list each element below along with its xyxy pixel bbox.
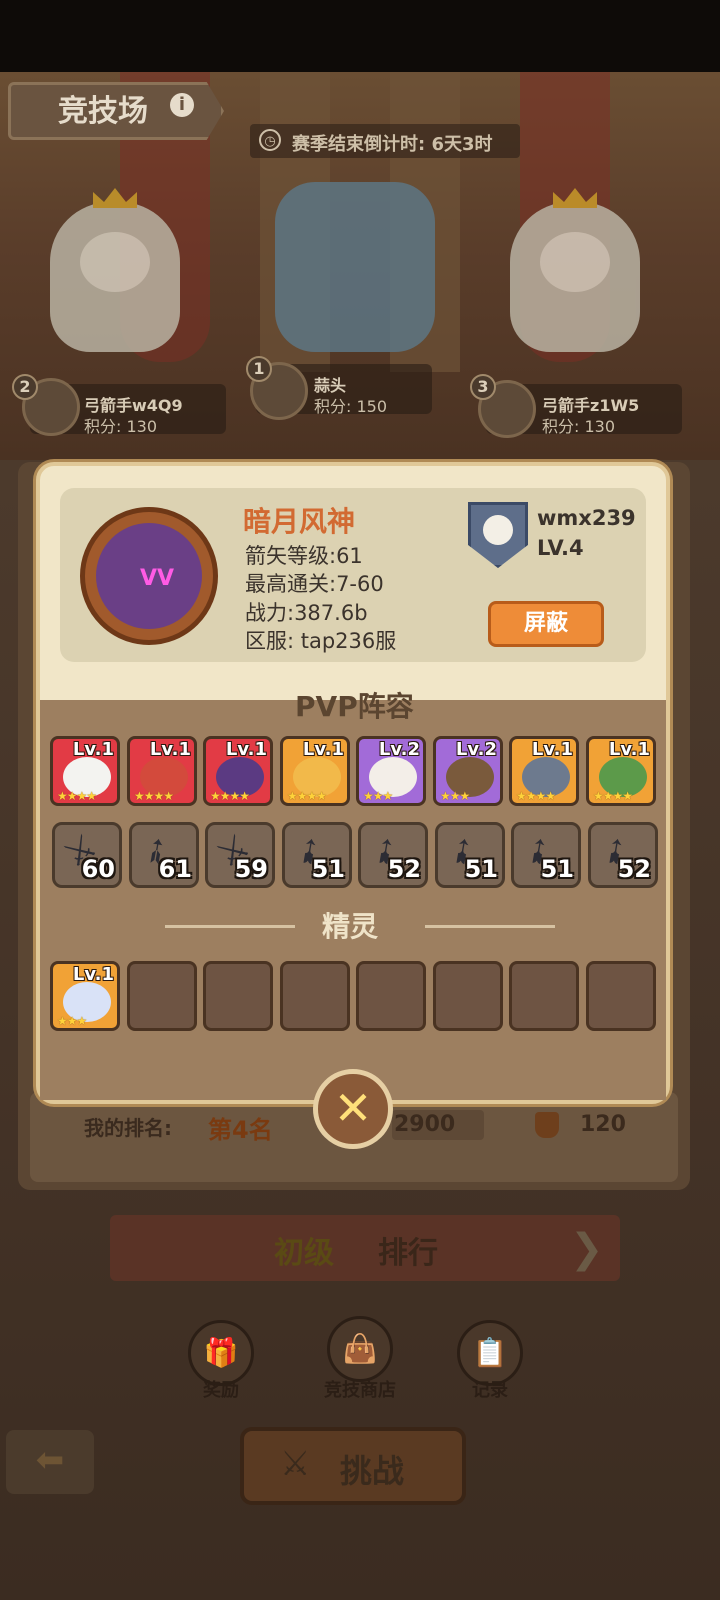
best-stage: 最高通关:7-60 [245, 572, 384, 596]
hero-level: Lv.1 [531, 739, 573, 760]
guild-emblem [483, 515, 513, 545]
guild-level: LV.4 [537, 536, 584, 560]
empty-spirit-slot[interactable] [509, 961, 579, 1031]
hero-card[interactable]: Lv.1 ★★★★ [203, 736, 273, 806]
empty-spirit-slot[interactable] [203, 961, 273, 1031]
spirit-title: 精灵 [322, 910, 379, 943]
hero-card[interactable]: Lv.1 ★★★★ [509, 736, 579, 806]
weapon-slot[interactable]: ⚔ 59 [205, 822, 275, 888]
tier-bar [110, 1215, 620, 1281]
shark-pirate-character [275, 182, 435, 352]
my-rank-value: 第4名 [208, 1116, 273, 1144]
spirit-stars: ★★★ [57, 1014, 87, 1028]
hero-level: Lv.1 [149, 739, 191, 760]
block-button[interactable]: 屏蔽 [488, 601, 604, 647]
spirit-card[interactable]: Lv.1 ★★★ [50, 961, 120, 1031]
avatar-eyes: VV [140, 566, 175, 591]
close-icon[interactable]: ✕ [313, 1069, 393, 1149]
hero-level: Lv.1 [302, 739, 344, 760]
player-name: 暗月风神 [243, 505, 356, 538]
rank-score: 积分: 150 [314, 397, 388, 416]
reward-label: 奖励 [203, 1380, 239, 1401]
polar-bear-character [50, 188, 180, 352]
guild-name: wmx239 [537, 506, 636, 530]
weapon-level: 52 [617, 855, 651, 883]
hero-stars: ★★★★ [593, 789, 633, 803]
hero-stars: ★★★★ [287, 789, 327, 803]
hero-stars: ★★★ [440, 789, 470, 803]
hero-stars: ★★★★ [516, 789, 556, 803]
weapon-level: 51 [464, 855, 498, 883]
tier-tab-ranking[interactable]: 排行 [378, 1228, 438, 1272]
my-score: 2900 [394, 1112, 456, 1137]
back-arrow-icon[interactable]: ⬅ [6, 1430, 94, 1494]
empty-spirit-slot[interactable] [586, 961, 656, 1031]
weapon-level: 61 [158, 855, 192, 883]
empty-spirit-slot[interactable] [280, 961, 350, 1031]
empty-spirit-slot[interactable] [127, 961, 197, 1031]
divider [165, 925, 295, 928]
trophy-icon [535, 1112, 559, 1138]
hero-stars: ★★★★ [57, 789, 97, 803]
rank-number: 1 [246, 356, 272, 382]
weapon-slot[interactable]: ➹ 52 [588, 822, 658, 888]
hero-card[interactable]: Lv.1 ★★★★ [127, 736, 197, 806]
weapon-slot[interactable]: ➹ 51 [511, 822, 581, 888]
hero-level: Lv.1 [225, 739, 267, 760]
hero-card[interactable]: Lv.2 ★★★ [356, 736, 426, 806]
weapon-level: 59 [234, 855, 268, 883]
hero-stars: ★★★ [363, 789, 393, 803]
trophy-count: 120 [580, 1112, 626, 1137]
tier-tab-junior[interactable]: 初级 [274, 1228, 334, 1272]
challenge-label: 挑战 [340, 1452, 405, 1490]
chevron-right-icon[interactable]: ❯ [570, 1226, 610, 1272]
arrow-level: 箭矢等级:61 [245, 544, 363, 568]
arena-shop-label: 竞技商店 [324, 1380, 396, 1401]
record-label: 记录 [472, 1380, 508, 1401]
hero-card[interactable]: Lv.2 ★★★ [433, 736, 503, 806]
hero-level: Lv.1 [72, 739, 114, 760]
hero-level: Lv.2 [455, 739, 497, 760]
empty-spirit-slot[interactable] [356, 961, 426, 1031]
polar-bear-character [510, 188, 640, 352]
empty-spirit-slot[interactable] [433, 961, 503, 1031]
status-bar [0, 0, 720, 72]
hero-stars: ★★★★ [210, 789, 250, 803]
weapon-level: 51 [540, 855, 574, 883]
weapon-slot[interactable]: ⚔ 60 [52, 822, 122, 888]
clock-icon: ◷ [259, 129, 281, 151]
hero-card[interactable]: Lv.1 ★★★★ [50, 736, 120, 806]
hero-level: Lv.2 [378, 739, 420, 760]
hero-stars: ★★★★ [134, 789, 174, 803]
weapon-level: 51 [311, 855, 345, 883]
hero-card[interactable]: Lv.1 ★★★★ [280, 736, 350, 806]
hero-level: Lv.1 [608, 739, 650, 760]
page-title: 竞技场 [58, 94, 148, 129]
pvp-lineup-title: PVP阵容 [295, 690, 414, 723]
crossed-swords-icon: ⚔ [280, 1444, 311, 1484]
rank-number: 2 [12, 374, 38, 400]
hero-card[interactable]: Lv.1 ★★★★ [586, 736, 656, 806]
rank-score: 积分: 130 [84, 417, 158, 436]
season-countdown: 赛季结束倒计时: 6天3时 [292, 134, 493, 155]
spirit-level: Lv.1 [72, 964, 114, 985]
info-icon[interactable]: i [170, 93, 194, 117]
divider [425, 925, 555, 928]
weapon-level: 52 [387, 855, 421, 883]
combat-power: 战力:387.6b [245, 601, 368, 625]
weapon-slot[interactable]: ➹ 51 [435, 822, 505, 888]
weapon-slot[interactable]: ➹ 51 [282, 822, 352, 888]
server: 区服: tap236服 [245, 629, 397, 653]
rank-score: 积分: 130 [542, 417, 616, 436]
weapon-slot[interactable]: ➶ 61 [129, 822, 199, 888]
rank-number: 3 [470, 374, 496, 400]
shop-bag-icon[interactable]: 👜 [327, 1316, 393, 1382]
weapon-slot[interactable]: ➹ 52 [358, 822, 428, 888]
my-rank-label: 我的排名: [84, 1116, 172, 1140]
weapon-level: 60 [81, 855, 115, 883]
